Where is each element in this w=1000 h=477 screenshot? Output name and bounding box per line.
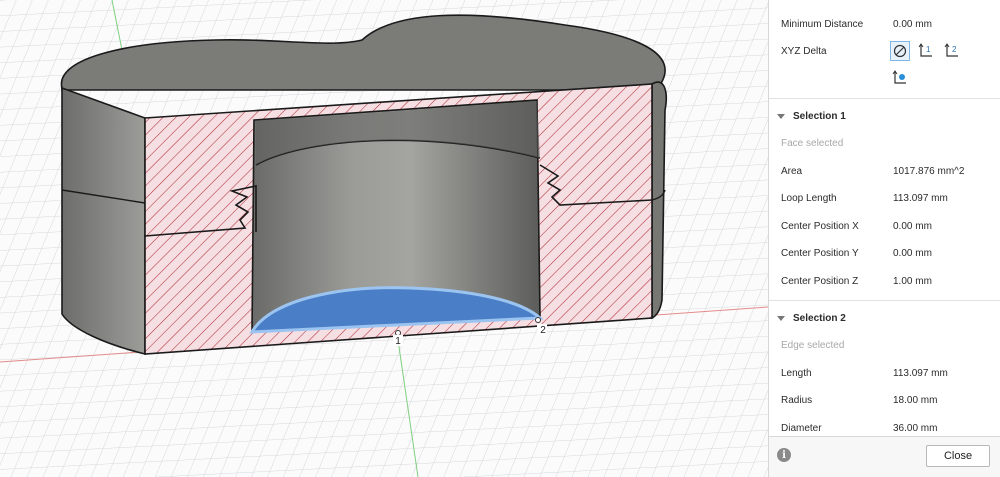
center-z-row: Center Position Z 1.00 mm: [781, 271, 992, 291]
chevron-down-icon: [777, 315, 785, 321]
radius-value: 18.00 mm: [893, 394, 938, 406]
model-viewport[interactable]: 1 2: [0, 0, 768, 477]
axis-2-button[interactable]: 2: [942, 41, 962, 61]
area-row: Area 1017.876 mm^2: [781, 161, 992, 181]
axis-1-icon: 1: [918, 43, 932, 57]
selection-2-hint: Edge selected: [781, 339, 845, 351]
center-x-value: 0.00 mm: [893, 220, 932, 232]
diameter-row: Diameter 36.00 mm: [781, 418, 992, 438]
section-model[interactable]: [60, 14, 668, 356]
diameter-label: Diameter: [781, 422, 822, 434]
axis-origin-icon: [892, 70, 906, 84]
no-delta-icon: [893, 44, 907, 58]
minimum-distance-row: Minimum Distance 0.00 mm: [781, 14, 992, 34]
center-x-row: Center Position X 0.00 mm: [781, 216, 992, 236]
center-y-label: Center Position Y: [781, 247, 859, 259]
minimum-distance-label: Minimum Distance: [781, 18, 864, 30]
no-delta-button[interactable]: [890, 41, 910, 61]
loop-length-label: Loop Length: [781, 192, 837, 204]
selection-1-header[interactable]: Selection 1: [777, 106, 1000, 126]
divider: [769, 98, 1000, 99]
center-y-value: 0.00 mm: [893, 247, 932, 259]
center-y-row: Center Position Y 0.00 mm: [781, 243, 992, 263]
panel-footer: i Close: [769, 436, 1000, 477]
selection-1-hint: Face selected: [781, 137, 844, 149]
length-label: Length: [781, 367, 812, 379]
length-row: Length 113.097 mm: [781, 363, 992, 383]
length-value: 113.097 mm: [893, 367, 948, 379]
svg-text:1: 1: [926, 45, 931, 54]
xyz-delta-label: XYZ Delta: [781, 45, 827, 57]
info-icon[interactable]: i: [777, 448, 791, 462]
axis-2-icon: 2: [944, 43, 958, 57]
selection-1-title: Selection 1: [793, 110, 846, 122]
area-label: Area: [781, 165, 803, 177]
selection-2-hint-row: Edge selected: [781, 335, 992, 355]
divider: [769, 300, 1000, 301]
selection-2-title: Selection 2: [793, 312, 846, 324]
viewport-canvas[interactable]: 1 2: [0, 0, 768, 477]
left-outer-wall: [61, 86, 146, 356]
area-value: 1017.876 mm^2: [893, 165, 965, 177]
loop-length-value: 113.097 mm: [893, 192, 948, 204]
svg-text:2: 2: [952, 45, 957, 54]
axis-origin-button[interactable]: [890, 68, 910, 88]
selection-1-hint-row: Face selected: [781, 133, 992, 153]
radius-label: Radius: [781, 394, 813, 406]
diameter-value: 36.00 mm: [893, 422, 938, 434]
center-z-label: Center Position Z: [781, 275, 859, 287]
axis-1-button[interactable]: 1: [916, 41, 936, 61]
minimum-distance-value: 0.00 mm: [893, 18, 932, 30]
chevron-down-icon: [777, 113, 785, 119]
selection-2-header[interactable]: Selection 2: [777, 308, 1000, 328]
radius-row: Radius 18.00 mm: [781, 390, 992, 410]
measure-panel: Minimum Distance 0.00 mm XYZ Delta 1 2 S…: [768, 0, 1000, 477]
close-button[interactable]: Close: [926, 445, 990, 467]
loop-length-row: Loop Length 113.097 mm: [781, 188, 992, 208]
center-x-label: Center Position X: [781, 220, 859, 232]
point-label-2: 2: [540, 325, 546, 336]
point-label-1: 1: [395, 336, 401, 347]
center-z-value: 1.00 mm: [893, 275, 932, 287]
